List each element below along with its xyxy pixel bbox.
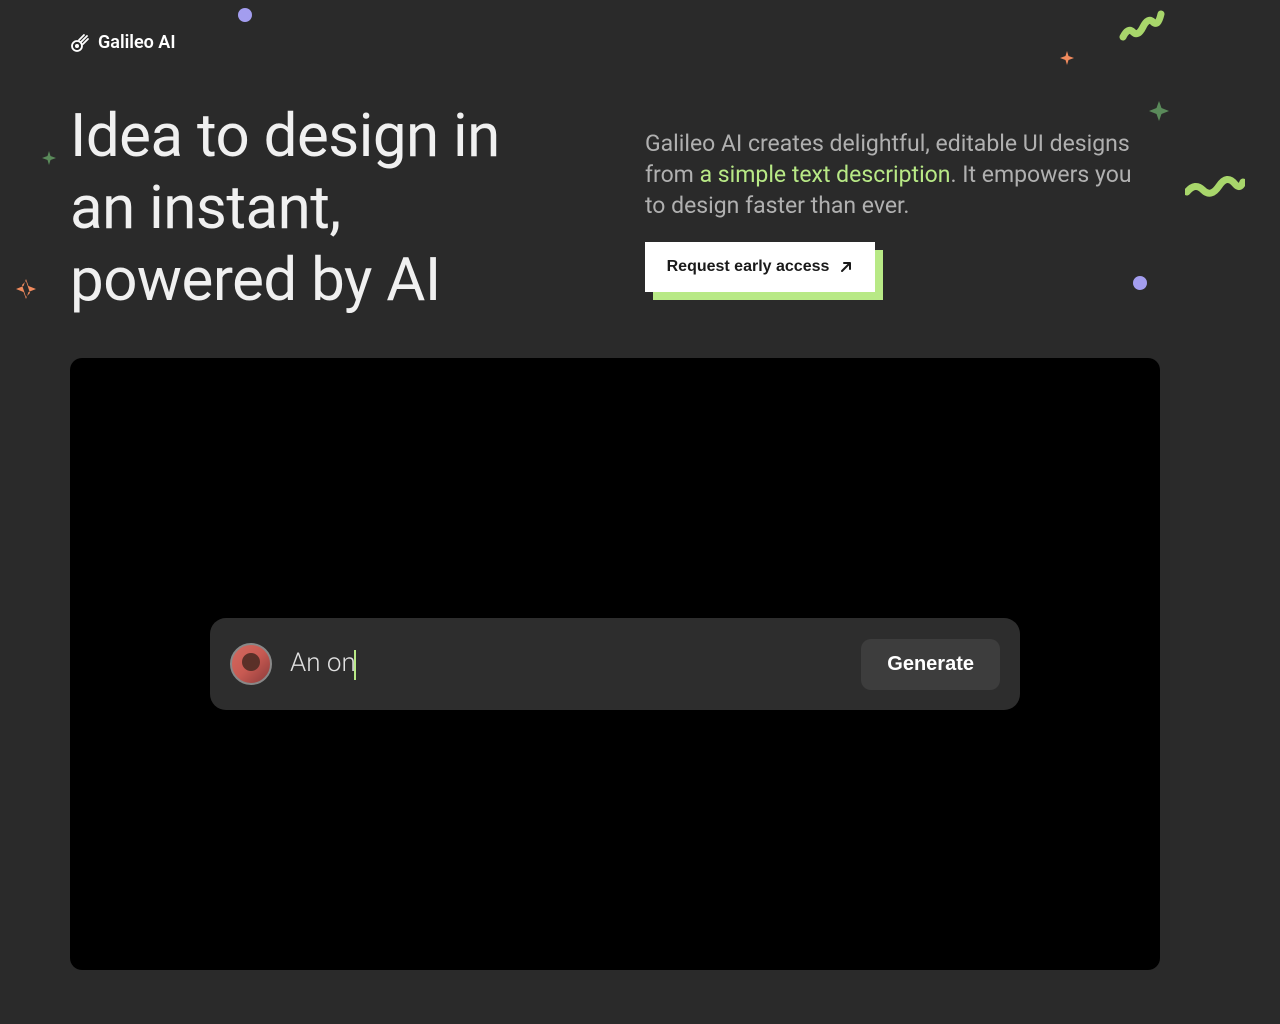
prompt-input[interactable]: An on bbox=[290, 648, 843, 679]
logo[interactable]: Galileo AI bbox=[70, 32, 176, 53]
avatar bbox=[230, 643, 272, 685]
cta-wrapper: Request early access bbox=[645, 242, 875, 292]
generate-button[interactable]: Generate bbox=[861, 639, 1000, 690]
hero-description-highlight: a simple text description bbox=[700, 161, 951, 188]
decoration-star-green bbox=[1148, 100, 1170, 126]
demo-area: An on Generate bbox=[70, 358, 1160, 970]
logo-text: Galileo AI bbox=[98, 32, 176, 53]
cta-label: Request early access bbox=[667, 258, 830, 276]
prompt-bar: An on Generate bbox=[210, 618, 1020, 710]
decoration-star-orange bbox=[1060, 50, 1074, 69]
request-early-access-button[interactable]: Request early access bbox=[645, 242, 875, 292]
arrow-up-right-icon bbox=[839, 260, 853, 274]
decoration-squiggle-green bbox=[1185, 172, 1245, 206]
decoration-star-green bbox=[42, 150, 56, 169]
meteor-icon bbox=[70, 33, 90, 53]
hero-title: Idea to design in an instant, powered by… bbox=[70, 100, 570, 316]
decoration-dot-purple bbox=[238, 8, 252, 22]
text-cursor bbox=[354, 650, 356, 680]
decoration-dot-purple bbox=[1133, 276, 1147, 290]
decoration-squiggle-green bbox=[1118, 2, 1166, 48]
decoration-star-orange bbox=[15, 278, 37, 304]
prompt-text-value: An on bbox=[290, 648, 356, 678]
hero-description: Galileo AI creates delightful, editable … bbox=[645, 128, 1135, 221]
